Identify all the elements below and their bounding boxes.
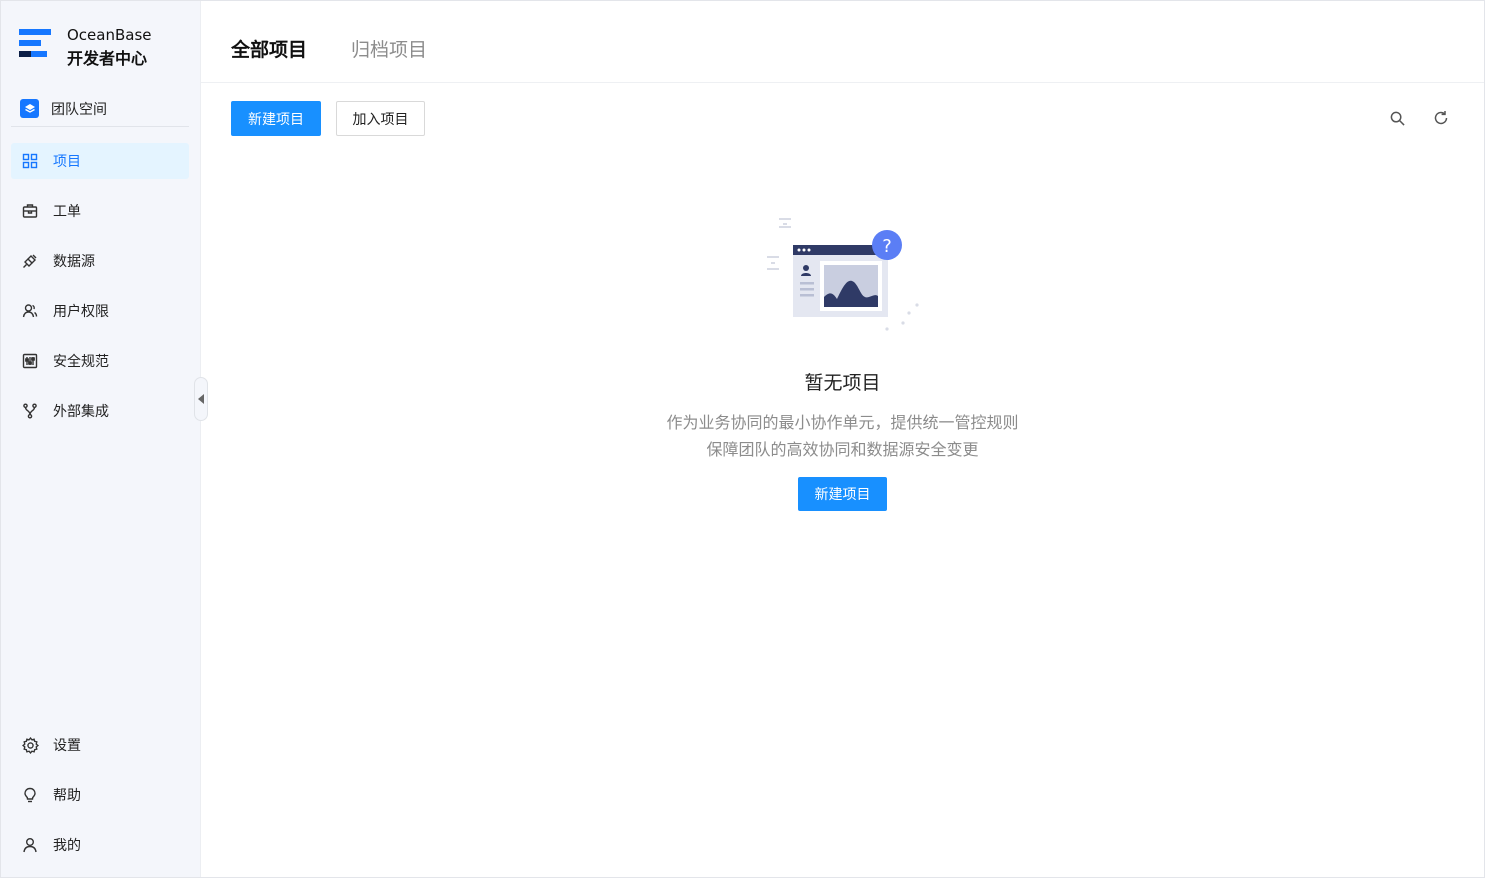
empty-state: ? 暂无项目 作为业务协同的最小协作单元，提供统一管控规则 保障团队的高效协同和…	[201, 213, 1484, 511]
empty-illustration-icon: ?	[757, 213, 932, 338]
plug-icon	[21, 252, 39, 270]
join-project-button[interactable]: 加入项目	[336, 101, 425, 136]
bottom-nav: 设置 帮助 我的	[11, 727, 189, 877]
brand-name: OceanBase	[67, 26, 152, 44]
nav-item-tickets[interactable]: 工单	[11, 193, 189, 229]
nav-item-security-rules[interactable]: 安全规范	[11, 343, 189, 379]
brand-subtitle: 开发者中心	[67, 49, 148, 68]
nav-item-help[interactable]: 帮助	[11, 777, 189, 813]
main-nav: 项目 工单 数据源 用户权限 安全规范 外部集成	[11, 143, 189, 443]
users-icon	[21, 302, 39, 320]
ticket-icon	[21, 202, 39, 220]
empty-new-project-button[interactable]: 新建项目	[798, 477, 887, 511]
team-space-label: 团队空间	[51, 101, 107, 118]
nav-item-settings[interactable]: 设置	[11, 727, 189, 763]
sliders-icon	[21, 352, 39, 370]
main-content: 全部项目 归档项目 新建项目 加入项目 ? 暂无项目 作为业务协同的最小协作单元…	[201, 1, 1484, 877]
nav-label: 工单	[53, 204, 81, 220]
toolbar: 新建项目 加入项目	[231, 101, 1454, 136]
search-icon[interactable]	[1388, 109, 1406, 127]
nav-label: 项目	[53, 154, 81, 170]
nav-label: 设置	[53, 738, 81, 754]
nav-item-user-permissions[interactable]: 用户权限	[11, 293, 189, 329]
bulb-icon	[21, 786, 39, 804]
nav-label: 外部集成	[53, 404, 109, 420]
brand[interactable]: OceanBase 开发者中心	[19, 23, 152, 71]
reload-icon[interactable]	[1432, 109, 1450, 127]
nav-item-projects[interactable]: 项目	[11, 143, 189, 179]
empty-description: 作为业务协同的最小协作单元，提供统一管控规则 保障团队的高效协同和数据源安全变更	[201, 409, 1484, 463]
nav-label: 帮助	[53, 788, 81, 804]
new-project-button[interactable]: 新建项目	[231, 101, 321, 136]
layers-icon	[20, 99, 39, 118]
team-space-selector[interactable]: 团队空间	[11, 91, 189, 127]
fork-icon	[21, 402, 39, 420]
caret-left-icon	[198, 394, 204, 404]
nav-item-external-integration[interactable]: 外部集成	[11, 393, 189, 429]
nav-item-datasource[interactable]: 数据源	[11, 243, 189, 279]
svg-text:?: ?	[882, 236, 892, 257]
nav-item-me[interactable]: 我的	[11, 827, 189, 863]
oceanbase-logo-icon	[19, 29, 51, 65]
gear-icon	[21, 736, 39, 754]
sidebar: OceanBase 开发者中心 团队空间 项目 工单 数据源 用户权限 安全规范…	[1, 1, 201, 877]
sidebar-collapse-toggle[interactable]	[194, 377, 208, 421]
grid-icon	[21, 152, 39, 170]
tab-all-projects[interactable]: 全部项目	[231, 35, 307, 62]
nav-label: 安全规范	[53, 354, 109, 370]
app-window: OceanBase 开发者中心 团队空间 项目 工单 数据源 用户权限 安全规范…	[0, 0, 1485, 878]
user-icon	[21, 836, 39, 854]
tab-archived-projects[interactable]: 归档项目	[351, 35, 427, 62]
project-tabs: 全部项目 归档项目	[201, 1, 1484, 83]
empty-title: 暂无项目	[804, 372, 881, 394]
nav-label: 数据源	[53, 254, 95, 270]
nav-label: 用户权限	[53, 304, 109, 320]
empty-desc-line: 保障团队的高效协同和数据源安全变更	[706, 440, 979, 459]
nav-label: 我的	[53, 838, 81, 854]
empty-desc-line: 作为业务协同的最小协作单元，提供统一管控规则	[666, 413, 1019, 432]
